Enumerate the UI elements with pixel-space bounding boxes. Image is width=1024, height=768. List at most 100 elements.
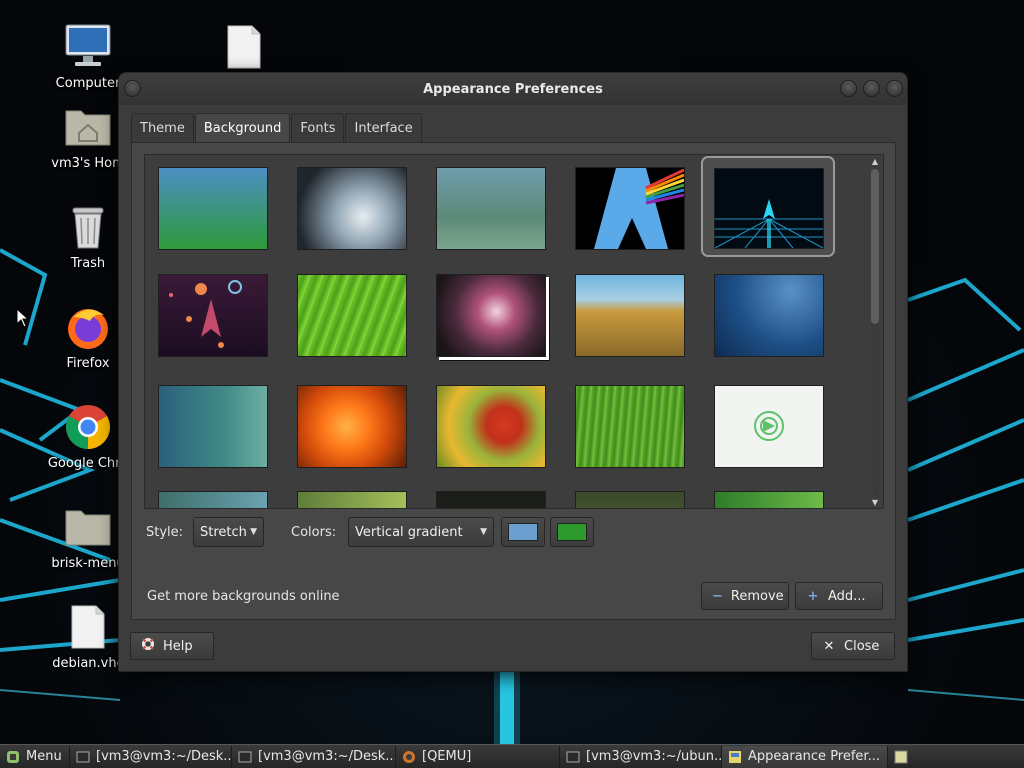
- gallery-scrollbar[interactable]: ▲ ▼: [869, 157, 881, 508]
- trash-icon: [63, 202, 113, 252]
- appearance-preferences-window: Appearance Preferences Theme Background …: [118, 72, 908, 672]
- wallpaper-thumb-9[interactable]: [575, 274, 685, 357]
- close-window-button[interactable]: [886, 80, 903, 97]
- taskbar-task-label: [vm3@vm3:~/Desk...: [258, 749, 396, 764]
- secondary-color-swatch: [557, 523, 587, 541]
- desktop-icon-file-top[interactable]: [196, 22, 292, 72]
- appearance-icon: [729, 750, 741, 763]
- firefox-icon: [63, 302, 113, 352]
- desktop-icon-label: Trash: [70, 256, 106, 271]
- background-tab-page: ▲ ▼ Style: Stretch ▼ Colors: Vertical gr…: [131, 142, 896, 620]
- wallpaper-thumb-11[interactable]: [158, 385, 268, 468]
- taskbar-task-terminal-2[interactable]: [vm3@vm3:~/Desk...: [232, 745, 396, 768]
- style-label: Style:: [146, 525, 184, 540]
- mouse-cursor-icon: [16, 308, 30, 328]
- wallpaper-thumb-15[interactable]: [714, 385, 824, 468]
- colors-dropdown-value: Vertical gradient: [355, 524, 463, 540]
- tab-theme[interactable]: Theme: [131, 113, 194, 142]
- taskbar-task-qemu[interactable]: [QEMU]: [396, 745, 560, 768]
- close-icon: ✕: [823, 638, 835, 654]
- workspace-icon: [894, 750, 908, 763]
- add-button-label: Add...: [828, 588, 866, 604]
- wallpaper-thumb-1[interactable]: [158, 167, 268, 250]
- tab-bar: Theme Background Fonts Interface: [131, 113, 423, 142]
- chrome-icon: [63, 402, 113, 452]
- taskbar-menu-label: Menu: [26, 749, 62, 764]
- file-icon: [219, 22, 269, 72]
- maximize-button[interactable]: [863, 80, 880, 97]
- tab-fonts[interactable]: Fonts: [291, 113, 345, 142]
- plus-icon: +: [807, 588, 819, 604]
- desktop-icon-label: debian.vhc: [52, 656, 124, 671]
- desktop-icon-label: brisk-menu: [51, 556, 125, 571]
- help-button-label: Help: [163, 638, 193, 654]
- primary-color-swatch: [508, 523, 538, 541]
- tab-interface[interactable]: Interface: [345, 113, 422, 142]
- wallpaper-thumb-17[interactable]: [297, 491, 407, 508]
- taskbar-task-label: Appearance Prefer...: [748, 749, 880, 764]
- chevron-down-icon: ▼: [250, 527, 257, 537]
- wallpaper-thumb-12[interactable]: [297, 385, 407, 468]
- add-button[interactable]: + Add...: [795, 582, 883, 610]
- close-button-label: Close: [844, 638, 880, 654]
- taskbar-workspace-switcher[interactable]: [888, 746, 914, 768]
- wallpaper-thumb-6[interactable]: [158, 274, 268, 357]
- get-more-backgrounds-link[interactable]: Get more backgrounds online: [147, 589, 340, 604]
- scroll-thumb[interactable]: [871, 169, 879, 324]
- taskbar-task-label: [vm3@vm3:~/ubun...: [586, 749, 722, 764]
- desktop-icon-label: Computer: [55, 76, 121, 91]
- window-title: Appearance Preferences: [423, 81, 603, 97]
- remove-button[interactable]: − Remove: [701, 582, 789, 610]
- wallpaper-thumb-2[interactable]: [297, 167, 407, 250]
- minus-icon: −: [712, 588, 723, 604]
- wallpaper-thumb-5: [714, 168, 824, 249]
- wallpaper-thumb-8[interactable]: [436, 274, 546, 357]
- wallpaper-thumb-4[interactable]: [575, 167, 685, 250]
- wallpaper-gallery[interactable]: ▲ ▼: [144, 154, 884, 509]
- desktop-icon-label: vm3's Hom: [51, 156, 125, 171]
- window-titlebar[interactable]: Appearance Preferences: [119, 73, 907, 105]
- desktop-icon-label: Google Chro: [47, 456, 129, 471]
- primary-color-button[interactable]: [501, 517, 545, 547]
- taskbar-task-label: [QEMU]: [422, 749, 472, 764]
- home-folder-icon: [63, 102, 113, 152]
- wallpaper-thumb-14[interactable]: [575, 385, 685, 468]
- wallpaper-thumb-18[interactable]: [436, 491, 546, 508]
- wallpaper-thumb-7[interactable]: [297, 274, 407, 357]
- folder-icon: [63, 502, 113, 552]
- scroll-up-arrow-icon[interactable]: ▲: [870, 157, 880, 167]
- wallpaper-thumb-10[interactable]: [714, 274, 824, 357]
- wallpaper-thumb-16[interactable]: [158, 491, 268, 508]
- taskbar-menu-button[interactable]: Menu: [0, 745, 70, 768]
- help-button[interactable]: Help: [130, 632, 214, 660]
- chevron-down-icon: ▼: [480, 527, 487, 537]
- scroll-track[interactable]: [871, 169, 879, 496]
- style-dropdown[interactable]: Stretch ▼: [193, 517, 264, 547]
- secondary-color-button[interactable]: [550, 517, 594, 547]
- wallpaper-thumb-3[interactable]: [436, 167, 546, 250]
- help-lifebuoy-icon: [141, 637, 155, 655]
- remove-button-label: Remove: [730, 588, 784, 604]
- scroll-down-arrow-icon[interactable]: ▼: [870, 498, 880, 508]
- taskbar-task-terminal-1[interactable]: [vm3@vm3:~/Desk...: [70, 745, 232, 768]
- minimize-button[interactable]: [840, 80, 857, 97]
- taskbar-task-appearance[interactable]: Appearance Prefer...: [722, 745, 888, 768]
- style-dropdown-value: Stretch: [200, 524, 247, 540]
- taskbar-task-terminal-3[interactable]: [vm3@vm3:~/ubun...: [560, 745, 722, 768]
- window-menu-button[interactable]: [124, 80, 141, 97]
- colors-dropdown[interactable]: Vertical gradient ▼: [348, 517, 494, 547]
- desktop-icon-label: Firefox: [66, 356, 110, 371]
- menu-logo-icon: [7, 750, 19, 763]
- close-button[interactable]: ✕ Close: [811, 632, 895, 660]
- tab-background[interactable]: Background: [194, 113, 291, 142]
- wallpaper-thumb-19[interactable]: [575, 491, 685, 508]
- taskbar: Menu [vm3@vm3:~/Desk... [vm3@vm3:~/Desk.…: [0, 744, 1024, 768]
- qemu-icon: [403, 750, 415, 763]
- wallpaper-thumb-13[interactable]: [436, 385, 546, 468]
- wallpaper-thumb-selected-frame[interactable]: [701, 156, 835, 257]
- terminal-icon: [238, 751, 252, 762]
- wallpaper-thumb-20[interactable]: [714, 491, 824, 508]
- file-icon: [63, 602, 113, 652]
- taskbar-task-label: [vm3@vm3:~/Desk...: [96, 749, 232, 764]
- computer-icon: [63, 22, 113, 72]
